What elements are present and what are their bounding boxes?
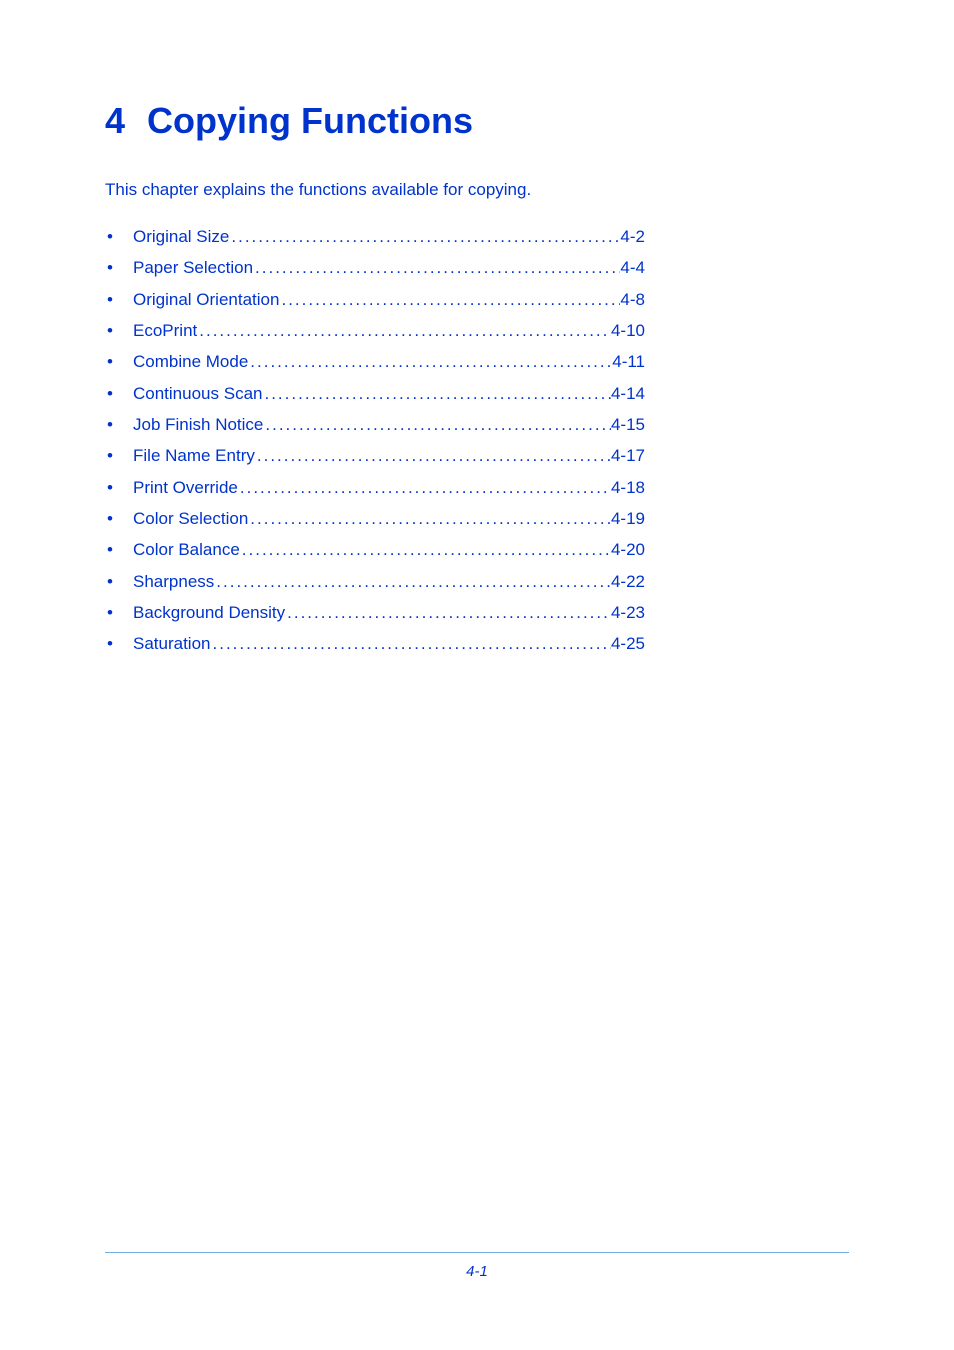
toc-page: 4-2 <box>620 224 645 250</box>
toc-item[interactable]: •Continuous Scan 4-14 <box>105 381 645 407</box>
page-footer: 4-1 <box>105 1252 849 1280</box>
bullet-icon: • <box>105 381 133 407</box>
toc-label: Color Balance <box>133 537 240 563</box>
toc-item[interactable]: •Combine Mode 4-11 <box>105 349 645 375</box>
bullet-icon: • <box>105 537 133 563</box>
toc-leader-dots <box>279 287 620 313</box>
toc-page: 4-17 <box>611 443 645 469</box>
bullet-icon: • <box>105 506 133 532</box>
bullet-icon: • <box>105 569 133 595</box>
footer-divider <box>105 1252 849 1253</box>
bullet-icon: • <box>105 600 133 626</box>
toc-label: Color Selection <box>133 506 248 532</box>
toc-leader-dots <box>229 224 620 250</box>
toc-leader-dots <box>255 443 611 469</box>
chapter-title: 4 Copying Functions <box>105 100 849 142</box>
toc-item[interactable]: •Paper Selection 4-4 <box>105 255 645 281</box>
bullet-icon: • <box>105 318 133 344</box>
toc-page: 4-23 <box>611 600 645 626</box>
toc-page: 4-19 <box>611 506 645 532</box>
toc-page: 4-4 <box>620 255 645 281</box>
toc-leader-dots <box>197 318 611 344</box>
toc-page: 4-11 <box>612 349 645 375</box>
toc-label: Paper Selection <box>133 255 253 281</box>
toc-item[interactable]: •Color Selection 4-19 <box>105 506 645 532</box>
toc-item[interactable]: •EcoPrint 4-10 <box>105 318 645 344</box>
toc-leader-dots <box>240 537 611 563</box>
toc-page: 4-15 <box>611 412 645 438</box>
toc-leader-dots <box>263 412 611 438</box>
toc-label: Saturation <box>133 631 211 657</box>
toc-page: 4-10 <box>611 318 645 344</box>
bullet-icon: • <box>105 475 133 501</box>
toc-label: File Name Entry <box>133 443 255 469</box>
toc-item[interactable]: •Original Size 4-2 <box>105 224 645 250</box>
toc-leader-dots <box>238 475 611 501</box>
toc-page: 4-14 <box>611 381 645 407</box>
toc-item[interactable]: •Sharpness 4-22 <box>105 569 645 595</box>
toc-page: 4-20 <box>611 537 645 563</box>
bullet-icon: • <box>105 443 133 469</box>
toc-leader-dots <box>248 506 611 532</box>
chapter-title-text: Copying Functions <box>147 100 473 142</box>
page-number: 4-1 <box>105 1263 849 1280</box>
toc-label: Background Density <box>133 600 285 626</box>
toc-page: 4-8 <box>620 287 645 313</box>
toc-label: Sharpness <box>133 569 214 595</box>
toc-leader-dots <box>262 381 610 407</box>
toc-leader-dots <box>253 255 620 281</box>
toc-item[interactable]: •Background Density 4-23 <box>105 600 645 626</box>
bullet-icon: • <box>105 349 133 375</box>
toc-label: Print Override <box>133 475 238 501</box>
bullet-icon: • <box>105 631 133 657</box>
toc-page: 4-22 <box>611 569 645 595</box>
toc-item[interactable]: •Print Override 4-18 <box>105 475 645 501</box>
bullet-icon: • <box>105 224 133 250</box>
toc-page: 4-18 <box>611 475 645 501</box>
toc-item[interactable]: •Saturation 4-25 <box>105 631 645 657</box>
toc-label: Continuous Scan <box>133 381 262 407</box>
toc-leader-dots <box>248 349 612 375</box>
toc-label: Original Size <box>133 224 229 250</box>
toc-label: Combine Mode <box>133 349 248 375</box>
bullet-icon: • <box>105 412 133 438</box>
bullet-icon: • <box>105 287 133 313</box>
bullet-icon: • <box>105 255 133 281</box>
toc-label: Job Finish Notice <box>133 412 263 438</box>
toc-item[interactable]: •Job Finish Notice 4-15 <box>105 412 645 438</box>
intro-text: This chapter explains the functions avai… <box>105 180 849 200</box>
toc-item[interactable]: •Original Orientation 4-8 <box>105 287 645 313</box>
toc-label: Original Orientation <box>133 287 279 313</box>
toc-item[interactable]: •File Name Entry 4-17 <box>105 443 645 469</box>
toc-list: •Original Size4-2•Paper Selection4-4•Ori… <box>105 224 645 658</box>
toc-leader-dots <box>214 569 611 595</box>
toc-leader-dots <box>211 631 611 657</box>
toc-item[interactable]: •Color Balance 4-20 <box>105 537 645 563</box>
chapter-number: 4 <box>105 100 125 142</box>
toc-page: 4-25 <box>611 631 645 657</box>
toc-leader-dots <box>285 600 611 626</box>
toc-label: EcoPrint <box>133 318 197 344</box>
